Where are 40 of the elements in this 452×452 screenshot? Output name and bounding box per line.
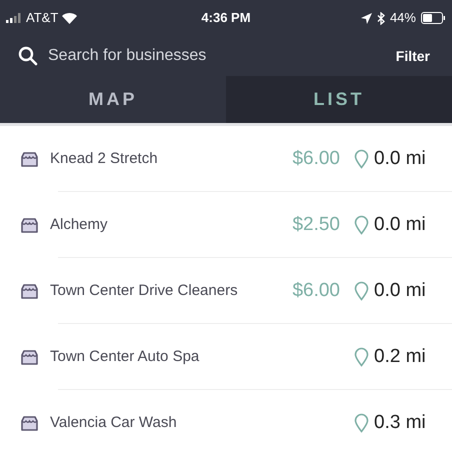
- business-name: Town Center Drive Cleaners: [50, 280, 239, 301]
- location-pin-icon: [354, 281, 369, 301]
- distance: 0.0 mi: [374, 146, 427, 171]
- battery-percent: 44%: [390, 9, 416, 28]
- store-icon: [21, 218, 38, 232]
- business-row[interactable]: Knead 2 Stretch $6.00 0.0 mi: [0, 126, 452, 192]
- search-field[interactable]: Search for businesses: [48, 44, 386, 68]
- location-arrow-icon: [360, 12, 372, 24]
- location-pin-icon: [354, 215, 369, 235]
- business-row[interactable]: Town Center Drive Cleaners $6.00 0.0 mi: [0, 258, 452, 324]
- business-name: Alchemy: [50, 214, 109, 235]
- location-pin-icon: [354, 149, 369, 169]
- search-icon: [18, 46, 38, 66]
- price: $6.00: [292, 278, 340, 303]
- location-pin-icon: [354, 413, 369, 433]
- store-icon: [21, 152, 38, 166]
- location-pin-icon: [354, 347, 369, 367]
- filter-button[interactable]: Filter: [396, 46, 430, 66]
- business-name: Knead 2 Stretch: [50, 148, 159, 169]
- business-row[interactable]: Alchemy $2.50 0.0 mi: [0, 192, 452, 258]
- clock-time: 4:36 PM: [201, 9, 251, 28]
- view-tab[interactable]: LIST: [226, 76, 452, 123]
- business-name: Town Center Auto Spa: [50, 346, 200, 367]
- signal-icon: [6, 13, 22, 23]
- distance: 0.2 mi: [374, 344, 427, 369]
- distance: 0.0 mi: [374, 278, 427, 303]
- business-row[interactable]: Town Center Auto Spa 0.2 mi: [0, 324, 452, 390]
- price: $2.50: [292, 212, 340, 237]
- store-icon: [21, 350, 38, 364]
- store-icon: [21, 284, 38, 298]
- bluetooth-icon: [376, 12, 385, 24]
- carrier-name: AT&T: [26, 9, 58, 28]
- store-icon: [21, 416, 38, 430]
- business-row[interactable]: Valencia Car Wash 0.3 mi: [0, 390, 452, 452]
- battery-icon: [420, 12, 446, 24]
- price: $6.00: [292, 146, 340, 171]
- distance: 0.3 mi: [374, 410, 427, 435]
- distance: 0.0 mi: [374, 212, 427, 237]
- business-name: Valencia Car Wash: [50, 412, 178, 433]
- wifi-icon: [62, 12, 78, 24]
